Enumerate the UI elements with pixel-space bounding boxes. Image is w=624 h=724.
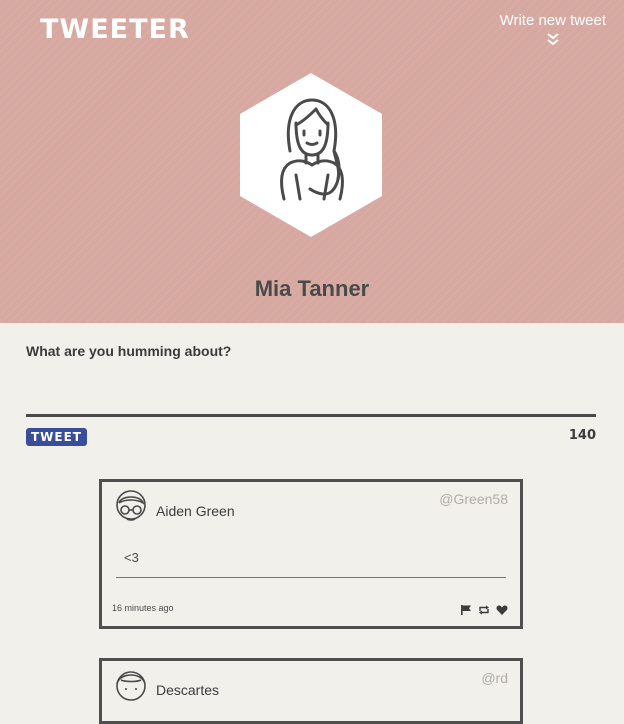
character-counter: 140 bbox=[568, 428, 596, 443]
tweet-actions bbox=[460, 603, 508, 615]
tweet-author-name: Descartes bbox=[156, 682, 220, 698]
tweet-card: Descartes @rd bbox=[99, 658, 523, 724]
tweet-card: Aiden Green @Green58 <3 16 minutes ago bbox=[99, 479, 523, 629]
write-new-label: Write new tweet bbox=[499, 12, 606, 29]
tweet-timestamp: 16 minutes ago bbox=[112, 603, 174, 613]
tweet-author-handle[interactable]: @Green58 bbox=[439, 491, 508, 507]
user-avatar bbox=[116, 490, 146, 521]
tweet-author-name: Aiden Green bbox=[156, 503, 235, 519]
write-new-tweet-link[interactable]: Write new tweet bbox=[500, 12, 606, 47]
tweet-author-handle[interactable]: @rd bbox=[481, 670, 508, 686]
user-avatar bbox=[116, 671, 146, 701]
double-chevron-down-icon bbox=[547, 33, 559, 46]
composer-label: What are you humming about? bbox=[26, 343, 232, 359]
tweet-text: <3 bbox=[116, 550, 506, 578]
tweet-input[interactable] bbox=[26, 370, 596, 417]
heart-icon[interactable] bbox=[496, 603, 508, 615]
flag-icon[interactable] bbox=[460, 603, 472, 615]
profile-name: Mia Tanner bbox=[254, 276, 370, 301]
tweet-button[interactable]: TWEET bbox=[26, 428, 87, 446]
profile-avatar bbox=[240, 73, 382, 237]
profile-header: TWEETER Write new tweet Mia Tanner bbox=[0, 0, 624, 323]
app-logo[interactable]: TWEETER bbox=[40, 14, 190, 45]
retweet-icon[interactable] bbox=[478, 603, 490, 615]
